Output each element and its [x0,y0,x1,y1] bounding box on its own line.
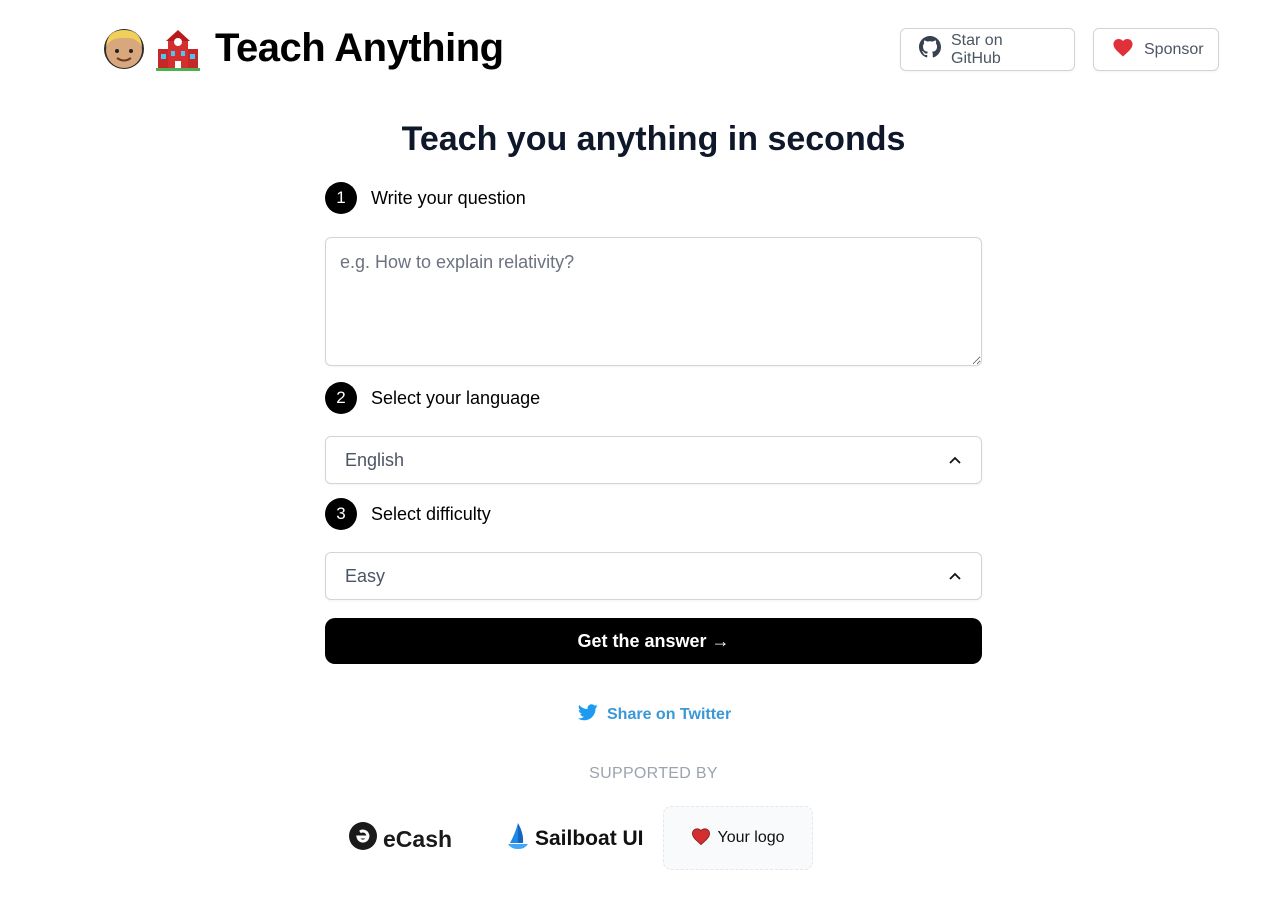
share-on-twitter-link[interactable]: Share on Twitter [577,704,732,726]
ecash-icon [349,822,377,856]
page-title: Teach you anything in seconds [401,120,906,158]
sponsor-button[interactable]: Sponsor [1093,28,1219,71]
github-button-label: Star on GitHub [951,31,1003,67]
header: Teach Anything Star on GitHub Sponsor [0,0,1280,100]
step-number-badge: 3 [325,498,357,530]
github-icon [919,36,941,63]
step-number-badge: 2 [325,382,357,414]
supported-by-heading: SUPPORTED BY [589,765,718,782]
step-label: Select your language [371,387,541,408]
step-2: 2 Select your language [325,382,540,414]
difficulty-selected-value: Easy [345,565,386,586]
twitter-icon [577,704,598,726]
school-emoji-icon [155,25,201,71]
sponsor-name: Your logo [717,829,785,846]
step-label: Write your question [371,187,526,208]
star-on-github-button[interactable]: Star on GitHub [900,28,1075,71]
sponsor-your-logo[interactable]: Your logo [663,806,813,870]
sponsor-name: Sailboat UI [535,827,644,850]
brand-title: Teach Anything [215,25,504,70]
main-form: Teach you anything in seconds 1 Write yo… [325,120,982,664]
blond-boy-emoji-icon [101,25,147,71]
language-select[interactable]: English [325,436,982,484]
chevron-up-icon [948,569,962,583]
sponsor-name: eCash [383,825,453,852]
heart-icon [691,827,711,850]
step-label: Select difficulty [371,503,491,524]
step-number-badge: 1 [325,182,357,214]
heart-icon [1112,37,1134,62]
sponsor-ecash[interactable]: eCash [349,822,452,856]
chevron-up-icon [948,453,962,467]
difficulty-select[interactable]: Easy [325,552,982,600]
question-input[interactable] [325,237,982,366]
sailboat-icon [507,822,529,856]
sponsor-button-label: Sponsor [1144,40,1204,58]
language-selected-value: English [345,449,405,470]
step-1: 1 Write your question [325,182,526,214]
share-label: Share on Twitter [607,706,732,723]
brand[interactable]: Teach Anything [101,25,504,71]
sponsor-sailboat-ui[interactable]: Sailboat UI [507,822,644,856]
get-answer-button[interactable]: Get the answer → [325,618,982,664]
step-3: 3 Select difficulty [325,498,491,530]
